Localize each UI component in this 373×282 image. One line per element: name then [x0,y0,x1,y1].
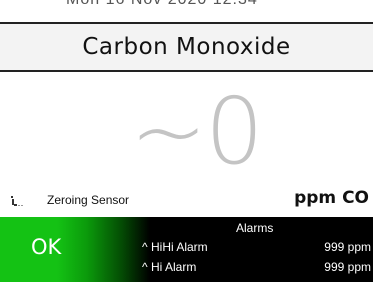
status-row: Zeroing Sensor ppm CO [0,186,373,214]
title-bar: Carbon Monoxide [0,22,373,72]
gas-name-title: Carbon Monoxide [82,34,291,60]
alarms-header: Alarms [236,221,274,235]
alarm-row-hi: ^ Hi Alarm 999 ppm [142,260,371,276]
alarm-bar: OK Alarms ^ HiHi Alarm 999 ppm ^ Hi Alar… [0,217,373,282]
alarm-value: 999 ppm [324,240,371,254]
gas-reading-value: ~0 [130,78,264,185]
ok-status-block[interactable]: OK [0,217,150,282]
sensor-icon [11,196,23,206]
alarm-label: HiHi Alarm [151,240,208,254]
gas-monitor-screen: Mon 16 Nov 2020 12:34 Carbon Monoxide ~0… [0,0,373,282]
top-status-strip: Mon 16 Nov 2020 12:34 [0,0,373,22]
top-strip-text: Mon 16 Nov 2020 12:34 [66,0,258,9]
ok-status-label: OK [31,235,62,259]
alarm-row-hihi: ^ HiHi Alarm 999 ppm [142,240,371,256]
alarm-label: Hi Alarm [151,260,197,274]
units-label: ppm CO [294,188,369,208]
alarm-value: 999 ppm [324,260,371,274]
status-message: Zeroing Sensor [47,193,130,207]
